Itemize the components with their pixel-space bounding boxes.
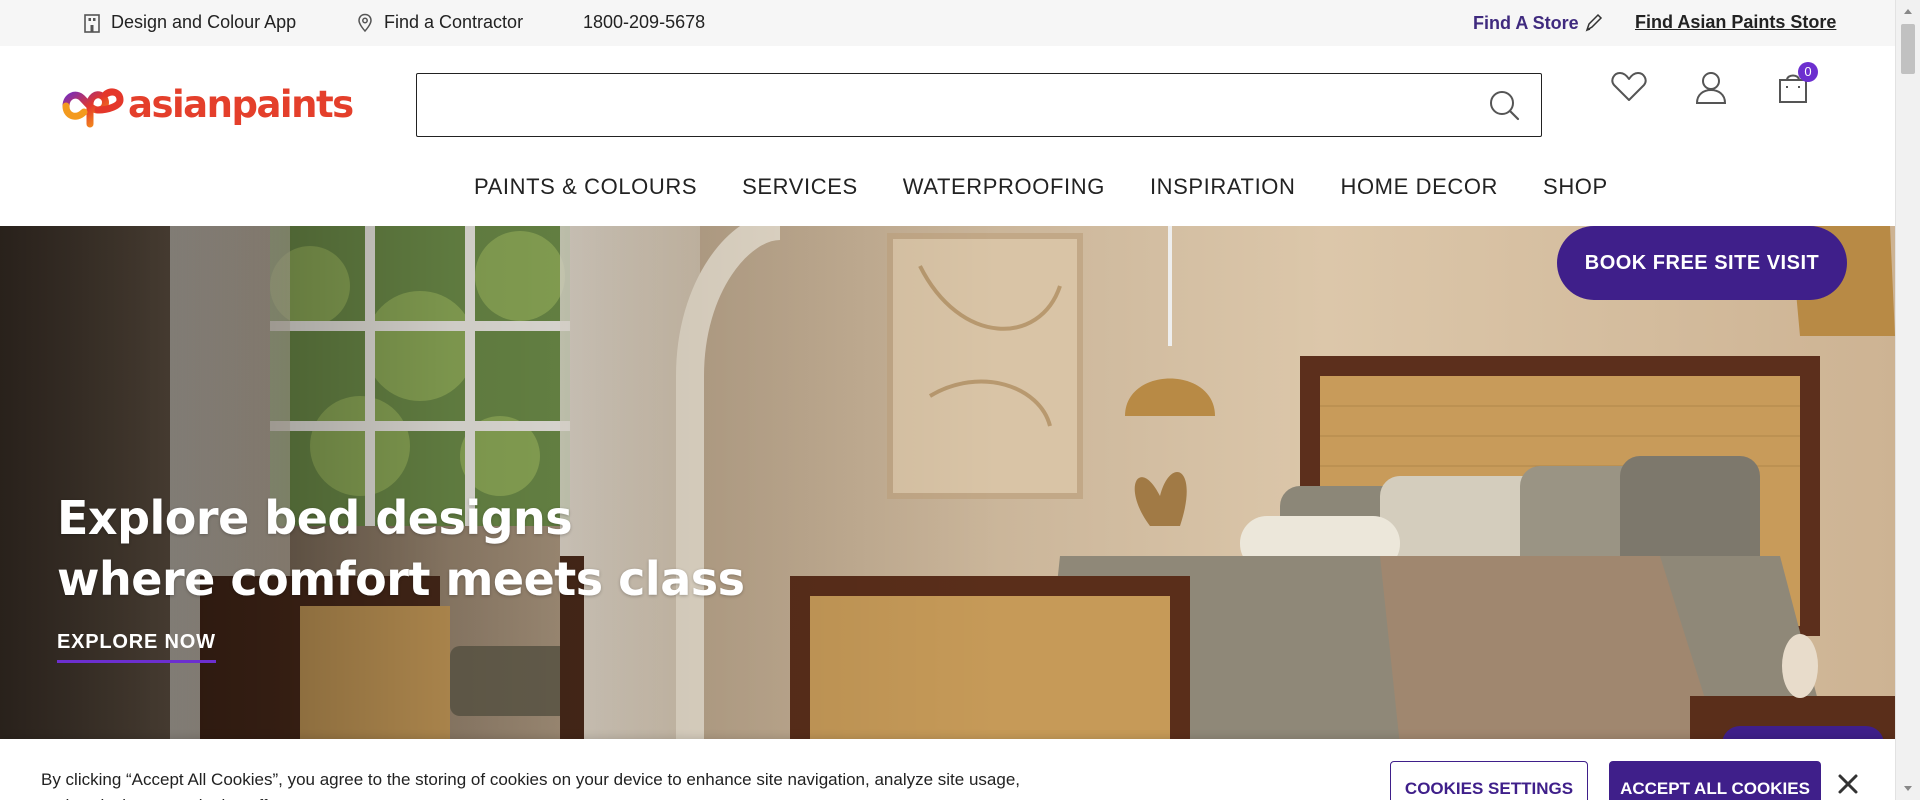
accept-all-cookies-button[interactable]: ACCEPT ALL COOKIES [1609,761,1821,800]
logo-wordmark: asianpaints [128,82,354,126]
search-icon[interactable] [1487,88,1521,122]
building-icon [84,13,100,33]
main-nav: PAINTS & COLOURS SERVICES WATERPROOFING … [474,174,1608,200]
explore-now-link[interactable]: EXPLORE NOW [57,631,216,663]
hero-banner: Explore bed designs where comfort meets … [0,226,1895,746]
brand-logo[interactable]: asianpaints [58,76,354,132]
cart-count-badge: 0 [1798,62,1818,82]
find-ap-store-link[interactable]: Find Asian Paints Store [1635,12,1836,33]
nav-home-decor[interactable]: HOME DECOR [1340,174,1498,200]
page: Design and Colour App Find a Contractor … [0,0,1895,800]
search-box [416,73,1542,137]
cookie-banner: By clicking “Accept All Cookies”, you ag… [0,739,1895,800]
design-app-label: Design and Colour App [111,12,297,32]
nav-inspiration[interactable]: INSPIRATION [1150,174,1296,200]
find-ap-store-label: Find Asian Paints Store [1635,12,1837,32]
user-icon[interactable] [1692,68,1730,106]
scrollbar-thumb[interactable] [1901,24,1915,74]
contractor-label: Find a Contractor [384,12,524,32]
scroll-up-arrow-icon[interactable] [1902,6,1914,18]
hero-bedroom-image [0,226,1895,746]
scroll-down-arrow-icon[interactable] [1902,782,1914,794]
cookies-settings-button[interactable]: COOKIES SETTINGS [1390,761,1588,800]
pencil-icon [1585,13,1602,32]
main-header: asianpaints 0 PAINTS & COLOURS SERVICES … [0,46,1895,226]
find-store-link[interactable]: Find A Store [1473,12,1603,34]
close-icon[interactable] [1836,772,1860,796]
search-input[interactable] [417,74,1457,134]
nav-waterproofing[interactable]: WATERPROOFING [903,174,1105,200]
book-site-visit-button[interactable]: BOOK FREE SITE VISIT [1557,226,1847,300]
cookie-message: By clicking “Accept All Cookies”, you ag… [41,770,1020,800]
cart-button[interactable]: 0 [1774,62,1818,106]
phone-label: 1800-209-5678 [583,12,706,32]
header-actions: 0 [1610,62,1818,106]
hero-title: Explore bed designs where comfort meets … [57,488,745,610]
heart-icon[interactable] [1610,68,1648,106]
nav-paints-colours[interactable]: PAINTS & COLOURS [474,174,697,200]
hero-title-line1: Explore bed designs [57,491,573,545]
asianpaints-logo-icon [62,88,124,128]
phone-number[interactable]: 1800-209-5678 [583,12,705,33]
location-pin-icon [358,13,372,32]
design-app-link[interactable]: Design and Colour App [83,12,296,33]
nav-shop[interactable]: SHOP [1543,174,1608,200]
hero-title-line2: where comfort meets class [57,552,745,606]
nav-services[interactable]: SERVICES [742,174,858,200]
vertical-scrollbar[interactable] [1895,0,1920,800]
find-store-label: Find A Store [1473,12,1579,33]
contractor-link[interactable]: Find a Contractor [356,12,523,33]
utility-bar: Design and Colour App Find a Contractor … [0,0,1895,46]
